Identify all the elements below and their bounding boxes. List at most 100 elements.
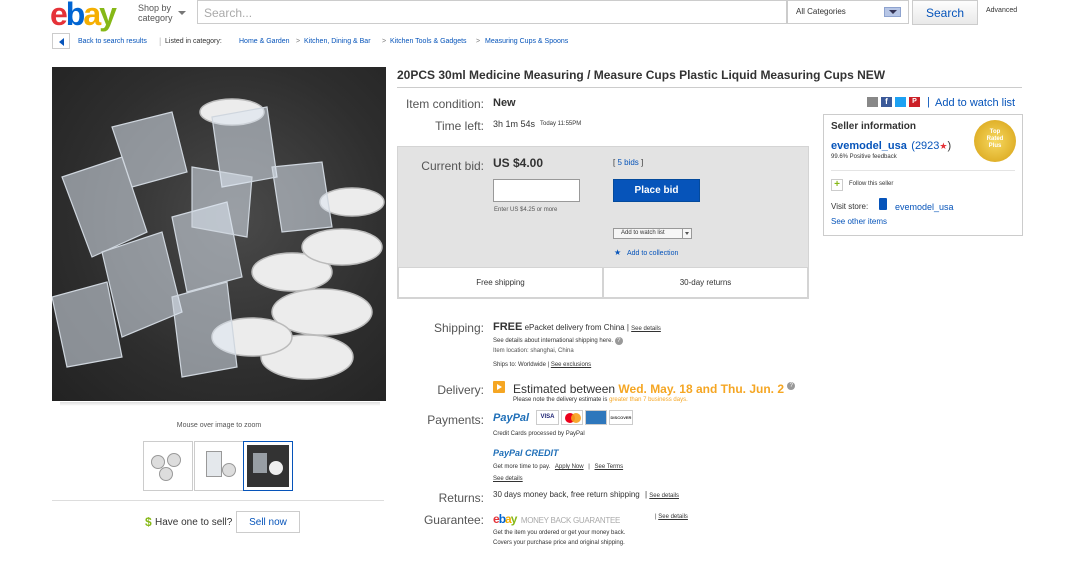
paypal-credit-logo: PayPal CREDIT: [493, 448, 559, 458]
back-arrow-icon[interactable]: [52, 33, 70, 49]
seller-score-end: ): [947, 140, 952, 152]
payments-see-details-link[interactable]: See details: [493, 476, 523, 482]
category-select-value: All Categories: [796, 7, 846, 16]
email-icon[interactable]: [867, 97, 878, 107]
shipping-see-details[interactable]: See details: [631, 326, 661, 332]
credit-processed: Credit Cards processed by PayPal: [493, 431, 585, 437]
sell-now-button[interactable]: Sell now: [236, 511, 300, 533]
image-shadow: [60, 402, 380, 406]
item-location: Item location: shanghai, China: [493, 348, 574, 354]
free-shipping-cell: Free shipping: [398, 267, 603, 298]
breadcrumb-divider: |: [159, 36, 162, 46]
more-time-line: Get more time to pay. Apply Now | See Te…: [493, 464, 623, 470]
returns-see-details-link[interactable]: See details: [649, 493, 679, 499]
time-end-value: Today 11:55PM: [540, 121, 582, 127]
seller-name-link[interactable]: evemodel_usa: [831, 140, 907, 152]
gallery-divider: [52, 500, 384, 501]
zoom-hint: Mouse over image to zoom: [176, 422, 262, 429]
badge-text-2: Rated: [986, 136, 1004, 142]
category-select[interactable]: All Categories: [787, 0, 909, 24]
seller-heading: Seller information: [831, 121, 917, 132]
seller-star-icon: ★: [939, 141, 948, 151]
add-to-collection-link[interactable]: Add to collection: [627, 250, 678, 257]
thumbnail-3-selected[interactable]: [243, 441, 293, 491]
guarantee-badge-text: MONEY BACK GUARANTEE: [520, 516, 621, 525]
place-bid-button[interactable]: Place bid: [613, 179, 700, 202]
select-arrow-glyph: [889, 10, 897, 14]
store-link[interactable]: evemodel_usa: [895, 202, 954, 212]
thumbnail-2[interactable]: [194, 441, 244, 491]
bid-count-link[interactable]: 5 bids: [617, 158, 638, 167]
see-terms-link[interactable]: See Terms: [595, 464, 624, 470]
intl-shipping: See details about international shipping…: [493, 337, 623, 345]
returns-text: 30 days money back, free return shipping: [493, 490, 640, 499]
see-exclusions-link[interactable]: See exclusions: [551, 362, 591, 368]
search-input[interactable]: Search...: [197, 0, 787, 24]
search-placeholder: Search...: [204, 6, 253, 20]
breadcrumb-item-home-garden[interactable]: Home & Garden: [239, 38, 290, 45]
listed-in-label: Listed in category:: [165, 38, 222, 45]
seller-divider: [831, 170, 1015, 171]
see-other-items-link[interactable]: See other items: [831, 217, 887, 226]
badge-text-1: Top: [989, 129, 1001, 135]
search-button[interactable]: Search: [912, 0, 978, 25]
thumb-2-image: [198, 445, 240, 485]
apply-now-link[interactable]: Apply Now: [555, 464, 584, 470]
twitter-icon[interactable]: [895, 97, 906, 107]
ebay-logo[interactable]: ebay: [50, 0, 117, 33]
thumb-3-image: [247, 445, 289, 487]
back-to-results-link[interactable]: Back to search results: [78, 38, 147, 45]
condition-value: New: [493, 97, 516, 109]
delivery-estimated-text: Estimated between: [513, 382, 616, 396]
chevron-down-icon: [178, 11, 186, 15]
returns-label: Returns:: [438, 491, 484, 505]
advanced-search-link[interactable]: Advanced: [986, 7, 1017, 14]
time-left-label: Time left:: [435, 119, 484, 133]
add-to-watch-list-link[interactable]: Add to watch list: [935, 97, 1015, 109]
delivery-icon: [493, 381, 505, 393]
delivery-help-icon[interactable]: ?: [787, 382, 796, 390]
facebook-icon[interactable]: f: [881, 97, 892, 107]
condition-label: Item condition:: [405, 97, 484, 111]
help-icon[interactable]: ?: [614, 337, 623, 345]
shop-by-category[interactable]: Shop by category: [138, 3, 173, 23]
add-to-watch-list-button[interactable]: Add to watch list: [613, 228, 692, 239]
delivery-label: Delivery:: [437, 383, 484, 397]
returns-divider: |: [644, 490, 648, 499]
pinterest-icon[interactable]: P: [909, 97, 920, 107]
seller-score[interactable]: (2923: [911, 140, 939, 152]
more-time-divider: |: [588, 464, 590, 470]
logo-a: a: [83, 0, 101, 32]
guarantee-ebay-logo: ebay: [493, 512, 517, 526]
breadcrumb-sep-2: >: [382, 38, 387, 45]
breadcrumb-item-kitchen-dining[interactable]: Kitchen, Dining & Bar: [304, 38, 371, 45]
thumb-1-image: [147, 445, 189, 485]
back-chevron: [59, 38, 64, 46]
delivery-note: Please note the delivery estimate is gre…: [513, 397, 688, 403]
title-divider: [397, 87, 1022, 88]
watch-chevron-down-icon: [685, 232, 689, 235]
bid-count[interactable]: [ 5 bids ]: [613, 158, 643, 167]
logo-y: y: [99, 0, 117, 32]
bid-amount-input[interactable]: [493, 179, 580, 202]
breadcrumb: Back to search results | Listed in categ…: [52, 33, 1052, 51]
main-product-image[interactable]: [52, 67, 386, 401]
guarantee-line1: Get the item you ordered or get your mon…: [493, 530, 626, 536]
breadcrumb-sep-1: >: [296, 38, 301, 45]
breadcrumb-item-kitchen-tools[interactable]: Kitchen Tools & Gadgets: [390, 38, 467, 45]
shipping-divider: |: [626, 323, 629, 332]
delivery-dates: Wed. May. 18 and Thu. Jun. 2: [618, 382, 784, 396]
follow-plus-icon[interactable]: +: [831, 179, 843, 191]
have-one-to-sell: Have one to sell?: [155, 517, 233, 528]
breadcrumb-item-measuring-cups[interactable]: Measuring Cups & Spoons: [485, 38, 568, 45]
guarantee-see-details-link[interactable]: See details: [658, 514, 688, 520]
returns-cell: 30-day returns: [603, 267, 808, 298]
thumbnail-1[interactable]: [143, 441, 193, 491]
current-bid-value: US $4.00: [493, 156, 544, 170]
paypal-logo: PayPal: [493, 412, 530, 424]
mastercard-icon: [561, 410, 583, 425]
card-logos: VISA DISCOVER: [536, 410, 633, 426]
visa-icon: VISA: [536, 410, 559, 425]
follow-seller-link[interactable]: Follow this seller: [849, 181, 893, 187]
time-left-value: 3h 1m 54s: [493, 119, 536, 129]
